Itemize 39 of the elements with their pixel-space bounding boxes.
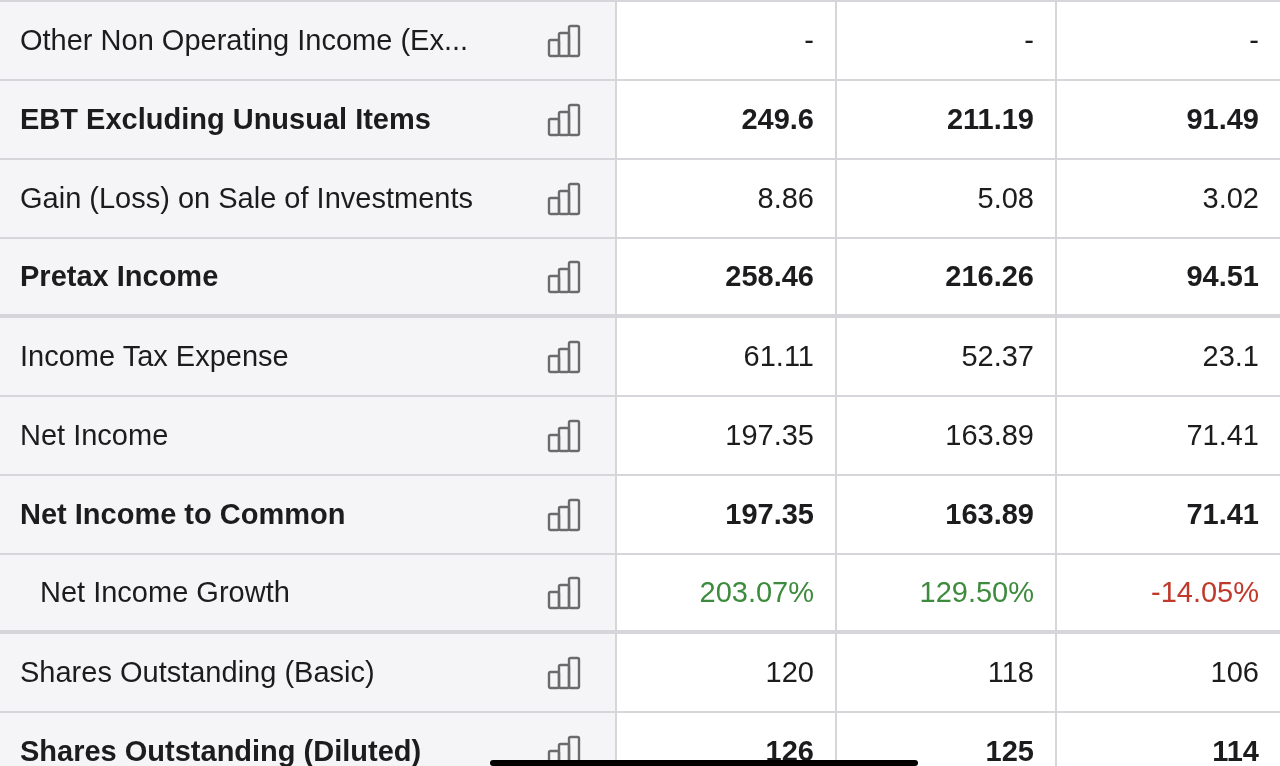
row-label: Other Non Operating Income (Ex... [20, 22, 469, 58]
table-cell-text: 23.1 [1202, 338, 1259, 374]
table-cell-text: 197.35 [725, 496, 814, 532]
row-label: Shares Outstanding (Diluted) [20, 733, 422, 766]
row-label: Pretax Income [20, 258, 219, 294]
row-label: Net Income [20, 417, 169, 453]
row-label: Shares Outstanding (Basic) [20, 654, 375, 690]
table-cell-text: 163.89 [945, 496, 1034, 532]
table-cell-text: 106 [1210, 654, 1259, 690]
table-cell-text: 114 [1212, 733, 1259, 766]
table-cell-text: 71.41 [1186, 496, 1259, 532]
table-cell-text: 52.37 [961, 338, 1034, 374]
table-cell-text: 5.08 [977, 180, 1034, 216]
table-cell-text: 258.46 [725, 258, 814, 294]
table-cell-text: 203.07% [699, 574, 814, 610]
table-cell-text: - [804, 22, 814, 58]
table-cell-text: 91.49 [1186, 101, 1259, 137]
row-label: Net Income to Common [20, 496, 346, 532]
row-label: Income Tax Expense [20, 338, 289, 374]
table-cell-text: - [1024, 22, 1034, 58]
table-cell-text: - [1249, 22, 1259, 58]
table-cell-text: 8.86 [757, 180, 814, 216]
table-cell-text: 3.02 [1202, 180, 1259, 216]
table-cell-text: 216.26 [945, 258, 1034, 294]
table-cell-text: -14.05% [1151, 574, 1259, 610]
table-cell-text: 61.11 [743, 338, 814, 374]
table-cell-text: 249.6 [741, 101, 814, 137]
table-cell-text: 129.50% [919, 574, 1034, 610]
table-cell-text: 163.89 [945, 417, 1034, 453]
table-cell-text: 120 [765, 654, 814, 690]
table-cell-text: 125 [985, 733, 1034, 766]
table-cell-text: 71.41 [1186, 417, 1259, 453]
table-cell-text: 211.19 [946, 101, 1034, 137]
row-label: EBT Excluding Unusual Items [20, 101, 431, 137]
row-label: Gain (Loss) on Sale of Investments [20, 180, 473, 216]
table-cell-text: 197.35 [725, 417, 814, 453]
table-cell-text: 118 [987, 654, 1034, 690]
row-label: Net Income Growth [40, 574, 290, 610]
table-cell-text: 94.51 [1186, 258, 1259, 294]
